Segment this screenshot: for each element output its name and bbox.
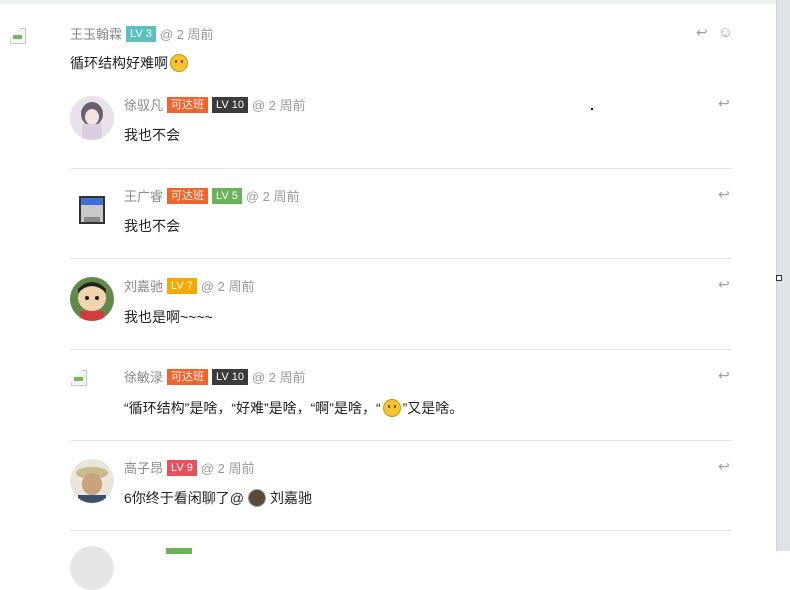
bucket-avatar-image	[79, 196, 105, 224]
divider	[70, 440, 732, 441]
photo-avatar-image	[70, 459, 114, 503]
level-badge-partial	[166, 548, 192, 554]
reply-text: 我也是啊~~~~	[124, 309, 213, 325]
avatar[interactable]	[70, 546, 114, 590]
reply-text-part: “循环结构”是啥，“好难”是啥，“啊”是啥，“	[124, 400, 381, 416]
reply-icon[interactable]: ↩	[718, 367, 730, 384]
reply-text-part: ”又是啥。	[402, 400, 464, 416]
reply-icon[interactable]: ↩	[718, 276, 730, 293]
author-name[interactable]: 高子昂	[124, 458, 163, 477]
anime-avatar-image	[70, 96, 114, 140]
reply-actions: ↩	[718, 276, 730, 293]
timestamp: @ 2 周前	[251, 370, 306, 385]
author-name[interactable]: 徐驭凡	[124, 95, 163, 114]
reply-icon[interactable]: ↩	[718, 95, 730, 112]
reply-meta: 徐敏渌 可达班 LV 10 @ 2 周前	[124, 367, 306, 386]
timestamp: @ 2 周前	[200, 279, 255, 294]
mention-link[interactable]: 刘嘉驰	[270, 488, 312, 508]
reply-text: 我也不会	[124, 127, 180, 143]
sad-emoji-icon	[170, 54, 188, 72]
reply-text: 我也不会	[124, 218, 180, 234]
author-name[interactable]: 王广睿	[124, 186, 163, 205]
divider	[70, 349, 732, 350]
level-badge: LV 9	[167, 459, 197, 476]
avatar[interactable]	[70, 459, 114, 503]
class-badge: 可达班	[167, 187, 209, 204]
reply-text: “循环结构”是啥，“好难”是啥，“啊”是啥，“ ”又是啥。	[124, 398, 463, 418]
reply-text: 6你终于看闲聊了@ 刘嘉驰	[124, 488, 312, 508]
reply-actions: ↩	[718, 458, 730, 475]
author-name[interactable]: 徐敏渌	[124, 367, 163, 386]
level-badge: LV 7	[167, 277, 197, 294]
broken-image-icon	[10, 28, 26, 44]
level-badge: LV 5	[212, 187, 242, 204]
timestamp: @ 2 周前	[200, 461, 255, 476]
mention-avatar	[248, 489, 266, 507]
reply-icon[interactable]: ↩	[718, 186, 730, 203]
cursor-dot	[591, 108, 593, 110]
comment-body: 循环结构好难啊	[70, 55, 168, 71]
level-badge: LV 10	[212, 368, 248, 385]
avatar[interactable]	[70, 187, 114, 231]
comment-actions: ↩ ☺	[696, 24, 733, 41]
timestamp: @ 2 周前	[245, 189, 300, 204]
broken-image-icon	[71, 370, 87, 386]
author-name[interactable]: 王玉翰霖	[70, 24, 122, 43]
reply-meta: 高子昂 LV 9 @ 2 周前	[124, 458, 254, 477]
comment-text: 循环结构好难啊	[70, 53, 190, 73]
divider	[70, 258, 732, 259]
comment-meta: 王玉翰霖 LV 3 @ 2 周前	[70, 24, 213, 43]
author-name[interactable]: 刘嘉驰	[124, 276, 163, 295]
level-badge: LV 3	[126, 25, 156, 42]
avatar[interactable]	[70, 96, 114, 140]
window-top-strip	[0, 0, 776, 4]
class-badge: 可达班	[167, 368, 209, 385]
divider	[70, 530, 732, 531]
cartoon-avatar-image	[70, 277, 114, 321]
reply-meta: 王广睿 可达班 LV 5 @ 2 周前	[124, 186, 299, 205]
timestamp: @ 2 周前	[251, 98, 306, 113]
reply-actions: ↩	[718, 186, 730, 203]
resize-handle[interactable]	[776, 275, 782, 281]
avatar[interactable]	[8, 24, 60, 76]
reply-icon[interactable]: ↩	[718, 458, 730, 475]
reply-actions: ↩	[718, 367, 730, 384]
sad-emoji-icon	[382, 399, 401, 417]
level-badge: LV 10	[212, 96, 248, 113]
divider	[70, 168, 732, 169]
avatar[interactable]	[70, 277, 114, 321]
smile-icon[interactable]: ☺	[718, 24, 733, 41]
reply-icon[interactable]: ↩	[696, 24, 708, 41]
class-badge: 可达班	[167, 96, 209, 113]
reply-meta: 徐驭凡 可达班 LV 10 @ 2 周前	[124, 95, 306, 114]
timestamp: @ 2 周前	[159, 27, 214, 42]
avatar[interactable]	[70, 368, 114, 412]
reply-text-part: 6你终于看闲聊了@	[124, 490, 244, 506]
reply-meta: 刘嘉驰 LV 7 @ 2 周前	[124, 276, 254, 295]
reply-actions: ↩	[718, 95, 730, 112]
